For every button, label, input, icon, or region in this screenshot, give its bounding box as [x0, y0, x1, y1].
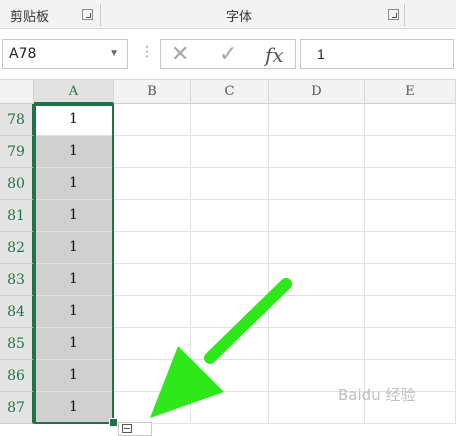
arrow-pointer-icon	[150, 278, 292, 418]
watermark: Baidu 经验	[338, 386, 416, 404]
